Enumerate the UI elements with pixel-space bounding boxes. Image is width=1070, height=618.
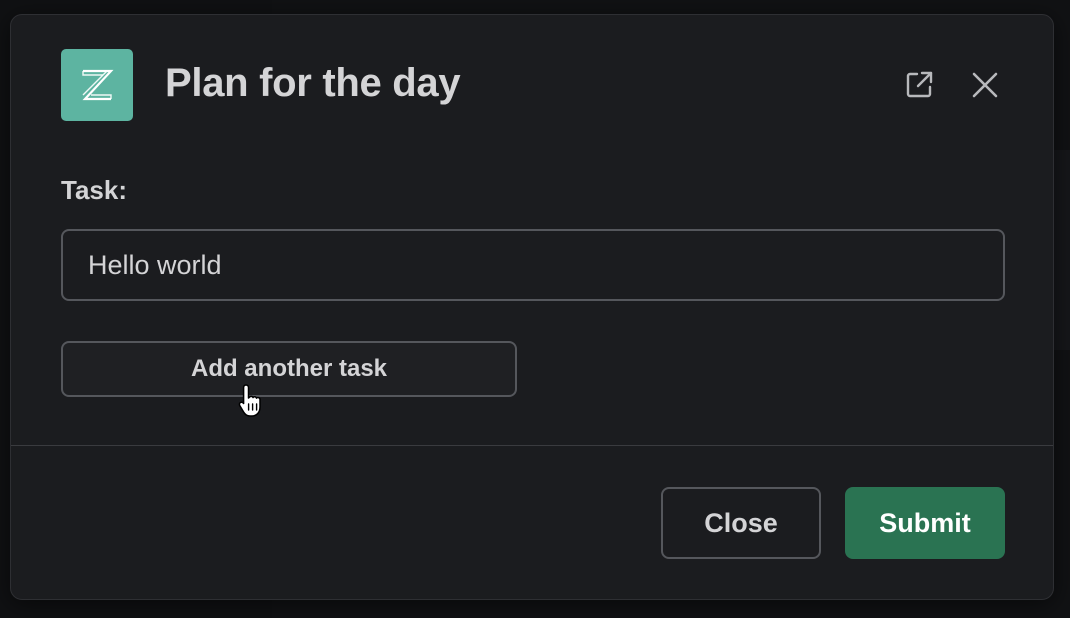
- task-input[interactable]: [61, 229, 1005, 301]
- plan-modal: Plan for the day Task: Add another task …: [10, 14, 1054, 600]
- close-icon: [972, 72, 998, 98]
- external-link-icon: [906, 71, 933, 98]
- close-modal-button[interactable]: [965, 65, 1005, 105]
- z-logo-icon: [82, 69, 114, 101]
- open-external-button[interactable]: [899, 65, 939, 105]
- app-logo: [61, 49, 133, 121]
- modal-title: Plan for the day: [165, 61, 461, 105]
- hand-pointer-icon: [238, 384, 261, 417]
- footer-divider: [11, 445, 1053, 446]
- add-another-task-button[interactable]: Add another task: [61, 341, 517, 397]
- task-label: Task:: [61, 175, 127, 205]
- background-panel: [1054, 150, 1070, 350]
- submit-button[interactable]: Submit: [845, 487, 1005, 559]
- close-button[interactable]: Close: [661, 487, 821, 559]
